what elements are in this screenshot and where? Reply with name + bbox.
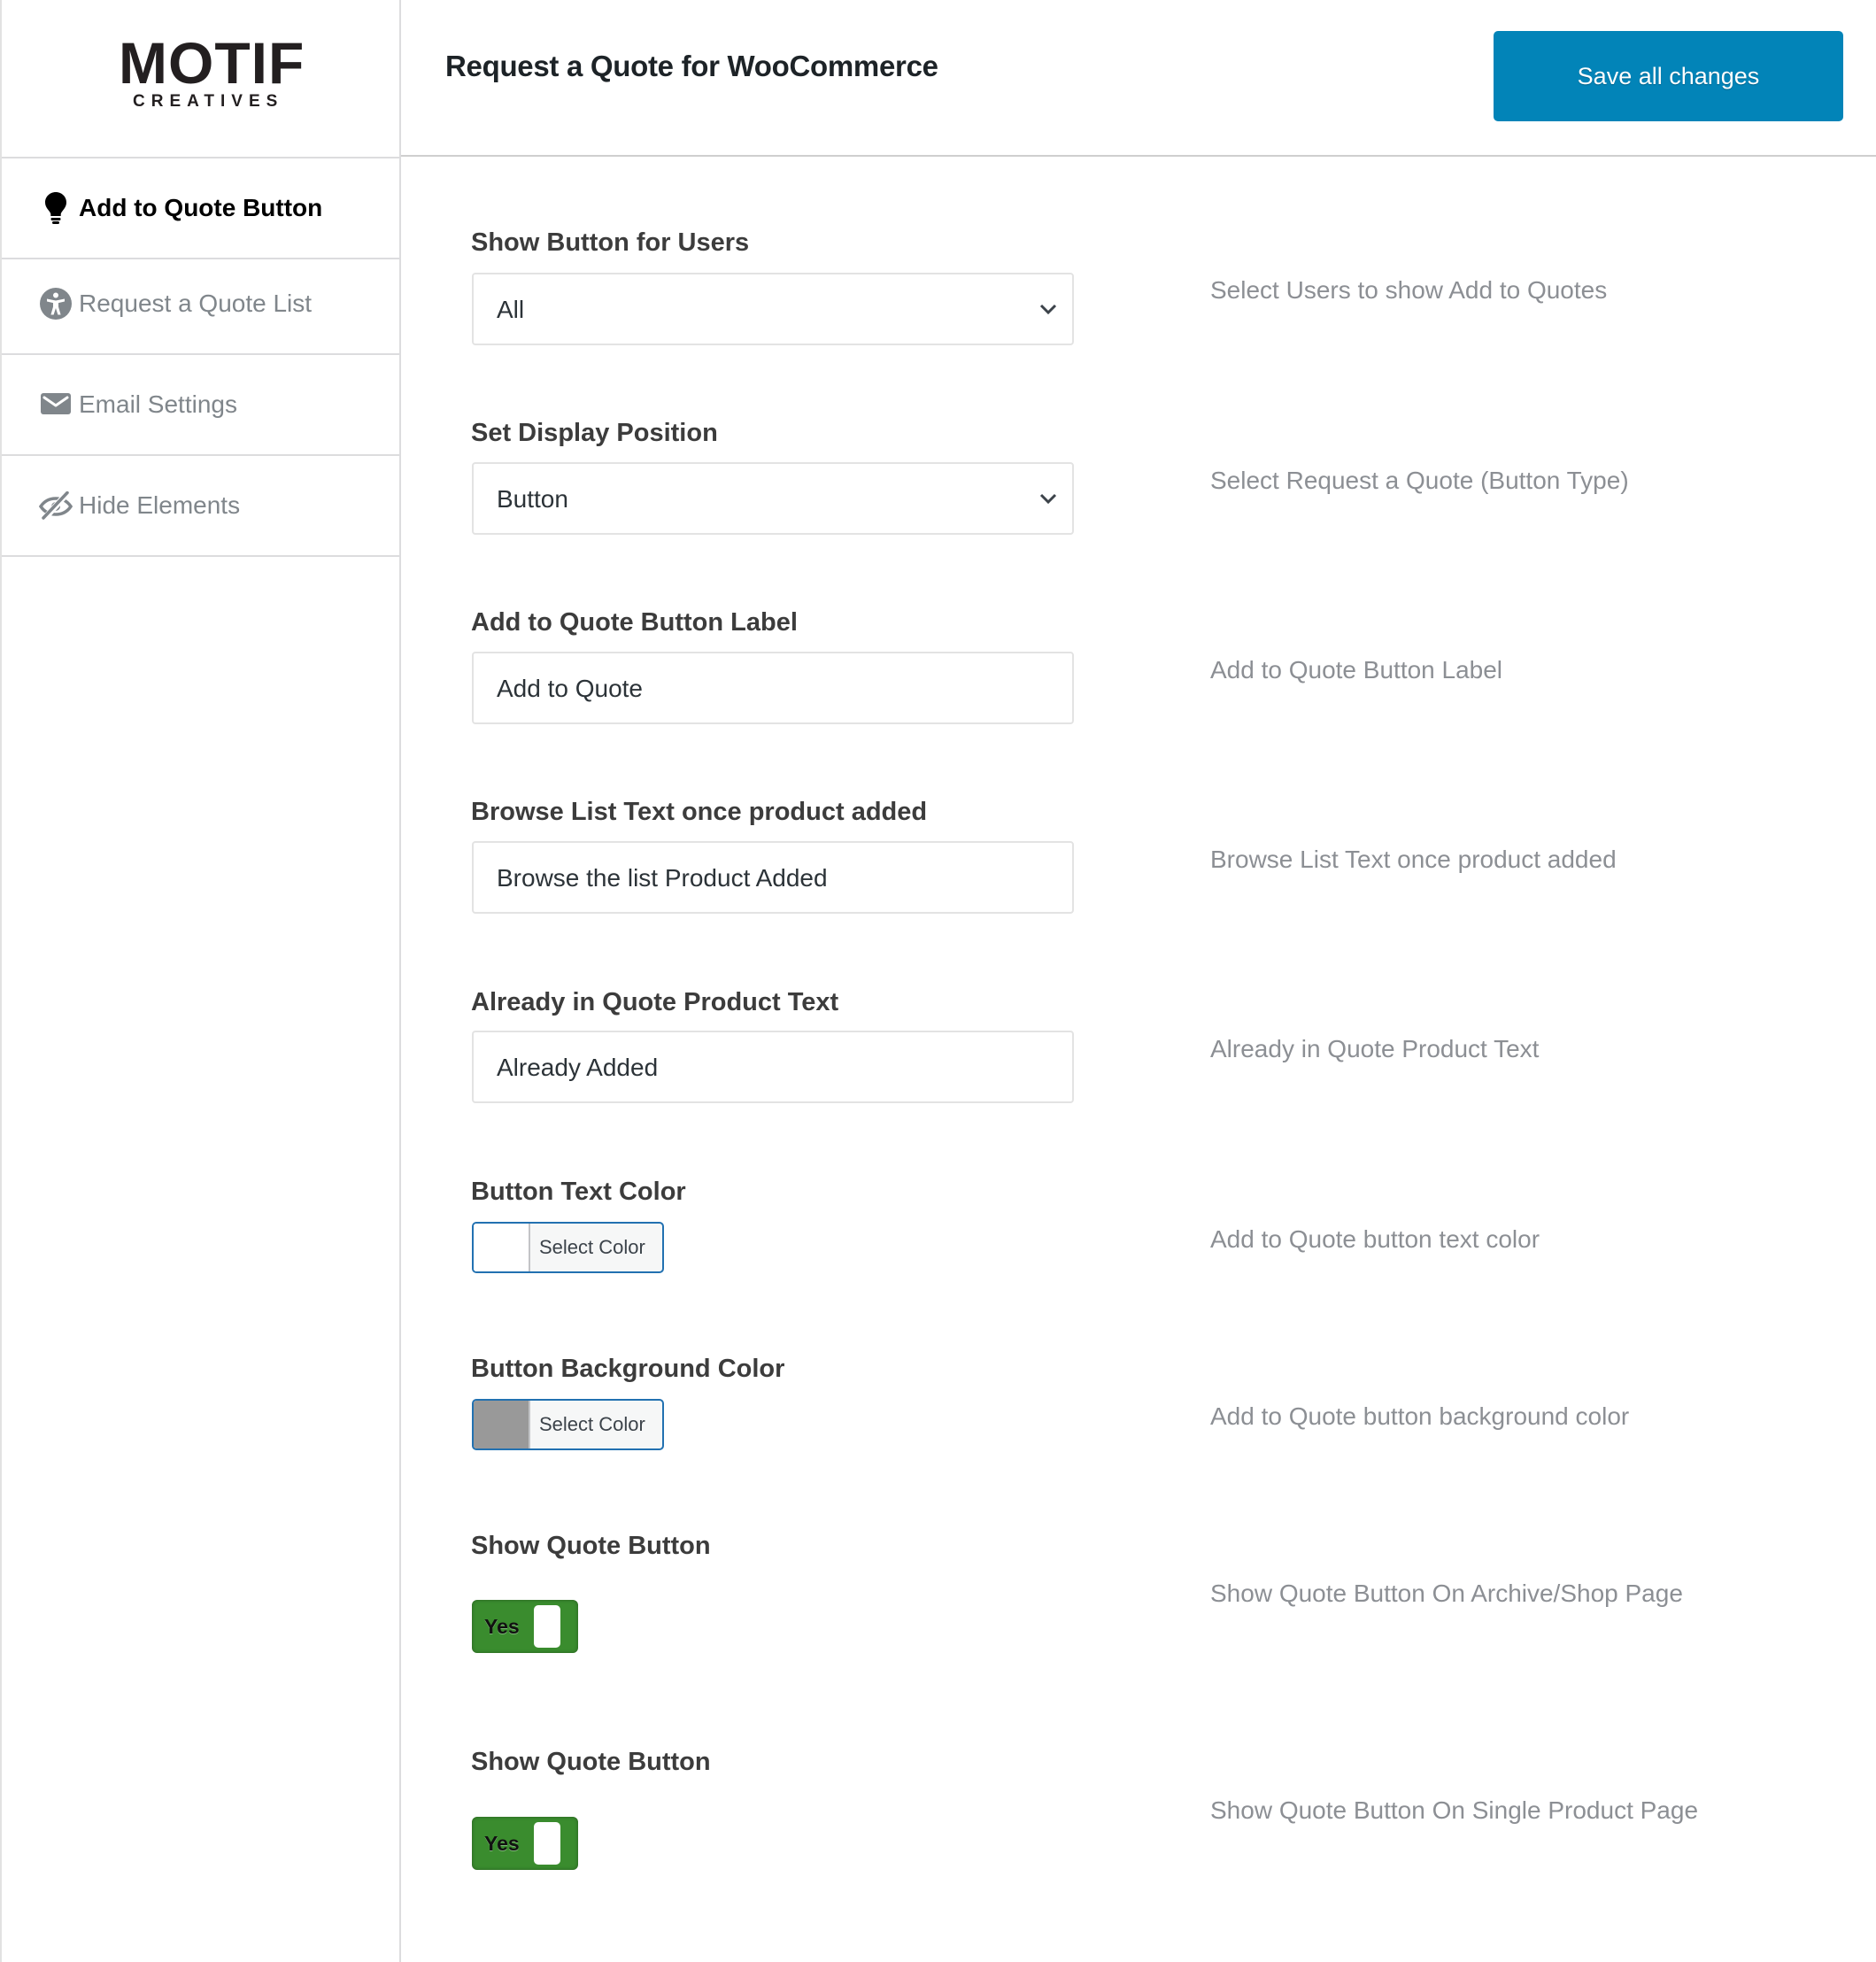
show-quote-button-archive-toggle[interactable]: Yes xyxy=(472,1600,578,1653)
field-description: Show Quote Button On Single Product Page xyxy=(1210,1796,1699,1824)
color-swatch xyxy=(474,1224,530,1271)
field-description: Show Quote Button On Archive/Shop Page xyxy=(1210,1580,1683,1607)
eye-slash-icon xyxy=(39,489,73,522)
field-description: Browse List Text once product added xyxy=(1210,846,1617,873)
select-value: All xyxy=(497,296,525,323)
field-label-show-quote-button-archive: Show Quote Button xyxy=(471,1532,711,1560)
select-color-label: Select Color xyxy=(539,1413,645,1435)
sidebar: MOTIF CREATIVES Add to Quote Button Requ… xyxy=(2,0,401,1962)
show-quote-button-single-toggle[interactable]: Yes xyxy=(472,1817,578,1870)
brand-logo: MOTIF CREATIVES xyxy=(2,0,399,158)
field-label-button-background-color: Button Background Color xyxy=(471,1355,785,1383)
sidebar-item-email-settings[interactable]: Email Settings xyxy=(2,355,399,456)
sidebar-item-label: Hide Elements xyxy=(79,491,241,519)
chevron-down-icon xyxy=(1039,304,1057,315)
color-swatch xyxy=(474,1401,530,1448)
chevron-down-icon xyxy=(1039,493,1057,505)
field-description: Select Request a Quote (Button Type) xyxy=(1210,467,1629,494)
field-description: Add to Quote Button Label xyxy=(1210,656,1503,684)
field-description: Add to Quote button background color xyxy=(1210,1402,1630,1430)
field-label-button-text-color: Button Text Color xyxy=(471,1178,686,1206)
toggle-state-label: Yes xyxy=(484,1832,520,1855)
field-label-show-quote-button-single: Show Quote Button xyxy=(471,1748,711,1776)
save-all-changes-button[interactable]: Save all changes xyxy=(1494,31,1843,121)
toggle-knob xyxy=(534,1605,560,1648)
logo-wordmark: MOTIF xyxy=(119,30,305,96)
field-label-already-in-quote-text: Already in Quote Product Text xyxy=(471,988,839,1016)
envelope-icon xyxy=(39,388,73,421)
page-title: Request a Quote for WooCommerce xyxy=(445,50,938,82)
sidebar-item-label: Email Settings xyxy=(79,390,237,418)
field-description: Add to Quote button text color xyxy=(1210,1225,1540,1253)
field-label-browse-list-text: Browse List Text once product added xyxy=(471,798,928,826)
field-description: Already in Quote Product Text xyxy=(1210,1035,1540,1062)
input-value: Browse the list Product Added xyxy=(497,864,828,892)
button-text-color-picker[interactable]: Select Color xyxy=(472,1222,664,1273)
sidebar-item-add-to-quote-button[interactable]: Add to Quote Button xyxy=(2,158,399,259)
set-display-position-select[interactable]: Button xyxy=(472,462,1074,535)
button-background-color-picker[interactable]: Select Color xyxy=(472,1399,664,1450)
field-label-set-display-position: Set Display Position xyxy=(471,419,718,447)
field-label-add-to-quote-button-label: Add to Quote Button Label xyxy=(471,608,798,637)
already-in-quote-text-input[interactable]: Already Added xyxy=(472,1031,1074,1103)
add-to-quote-button-label-input[interactable]: Add to Quote xyxy=(472,652,1074,724)
sidebar-item-request-a-quote-list[interactable]: Request a Quote List xyxy=(2,254,399,355)
toggle-state-label: Yes xyxy=(484,1615,520,1638)
logo-subtitle: CREATIVES xyxy=(133,92,284,111)
show-button-for-users-select[interactable]: All xyxy=(472,273,1074,345)
accessibility-icon xyxy=(39,287,73,321)
select-value: Button xyxy=(497,485,568,513)
sidebar-item-hide-elements[interactable]: Hide Elements xyxy=(2,456,399,557)
sidebar-item-label: Request a Quote List xyxy=(79,290,313,317)
toggle-knob xyxy=(534,1822,560,1865)
select-color-label: Select Color xyxy=(539,1236,645,1258)
input-value: Add to Quote xyxy=(497,675,644,702)
browse-list-text-input[interactable]: Browse the list Product Added xyxy=(472,841,1074,914)
page-header: Request a Quote for WooCommerce Save all… xyxy=(401,0,1876,157)
input-value: Already Added xyxy=(497,1054,659,1081)
field-label-show-button-for-users: Show Button for Users xyxy=(471,228,750,257)
sidebar-item-label: Add to Quote Button xyxy=(79,194,323,221)
lightbulb-icon xyxy=(39,191,73,225)
field-description: Select Users to show Add to Quotes xyxy=(1210,276,1608,304)
